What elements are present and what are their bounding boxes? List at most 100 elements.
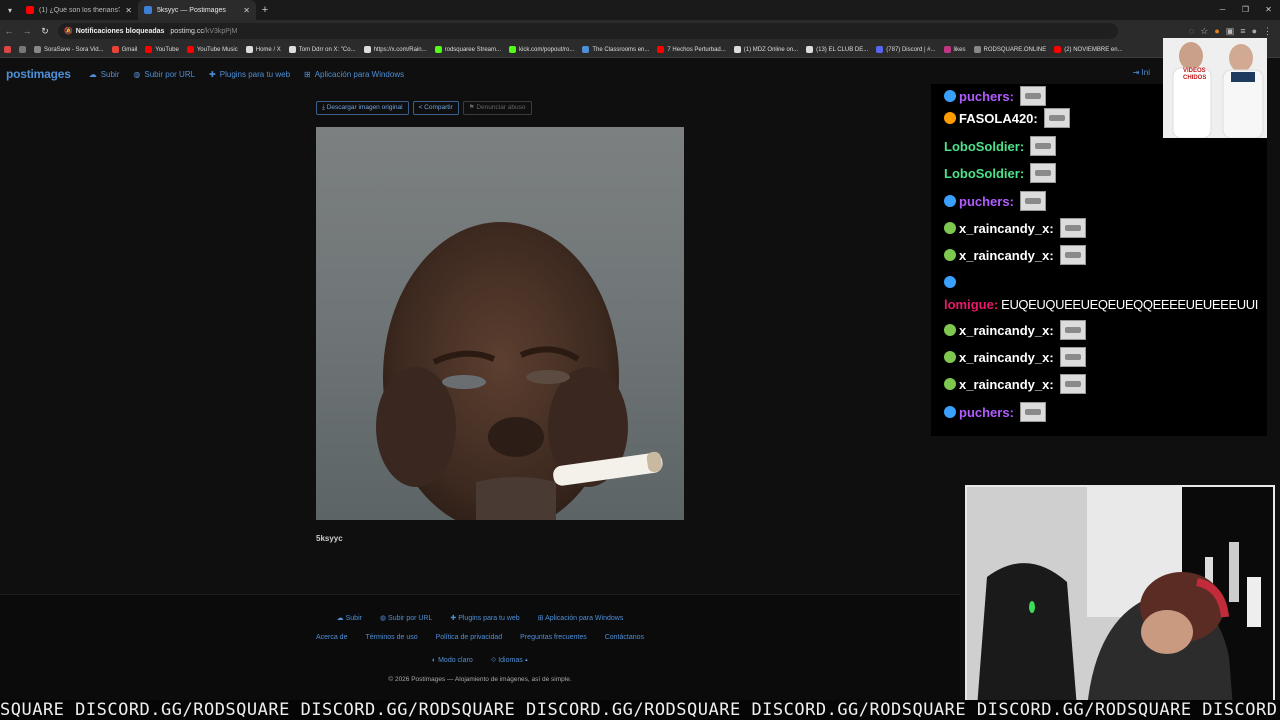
bookmark-item[interactable]: kick.com/popout/ro... xyxy=(509,46,574,53)
postimages-logo[interactable]: postimages xyxy=(6,67,71,81)
bookmark-item[interactable]: YouTube Music xyxy=(186,46,238,53)
bookmark-label: (13) EL CLUB DE... xyxy=(816,46,869,53)
bookmark-item[interactable]: RODSQUARE.ONLINE xyxy=(973,46,1046,53)
bookmark-item[interactable]: https://x.com/Rain... xyxy=(363,46,427,53)
footer-about-link[interactable]: Acerca de xyxy=(316,634,348,641)
bookmark-favicon-icon xyxy=(943,46,951,53)
bookmark-item[interactable]: (787) Discord | #... xyxy=(876,46,936,53)
chat-message: x_raincandy_x: xyxy=(944,373,1086,395)
webcam-overlay xyxy=(965,485,1275,710)
apps-icon[interactable] xyxy=(4,46,11,53)
media-icon[interactable]: ≡ xyxy=(1240,26,1245,37)
tab-close-icon[interactable]: ✕ xyxy=(125,6,132,15)
chat-username: LoboSoldier: xyxy=(944,165,1025,181)
notifications-blocked-label: Notificaciones bloqueadas xyxy=(75,27,165,35)
address-bar[interactable]: 🔕 Notificaciones bloqueadas postimg.cc/k… xyxy=(58,23,1118,39)
report-label: Denunciar abuso xyxy=(476,104,526,111)
footer-link-label: Aplicación para Windows xyxy=(545,615,624,622)
bookmark-item[interactable]: Tom Ddrr on X: "Co... xyxy=(288,46,356,53)
reload-icon[interactable]: ↻ xyxy=(36,26,54,37)
nav-windows-app[interactable]: ⊞ Aplicación para Windows xyxy=(304,70,404,79)
bookmark-item[interactable]: likes xyxy=(943,46,966,53)
bookmark-item[interactable]: Gmail xyxy=(111,46,137,53)
chat-emote-icon xyxy=(1059,347,1086,367)
nav-upload-url[interactable]: ◍ Subir por URL xyxy=(133,70,195,79)
extension-icon[interactable]: ● xyxy=(1214,26,1219,37)
bookmark-favicon-icon xyxy=(434,46,442,53)
login-link[interactable]: ⇥ Ini xyxy=(1133,68,1150,77)
windows-icon: ⊞ xyxy=(304,69,311,79)
new-tab-button[interactable]: + xyxy=(256,4,274,16)
nav-upload[interactable]: ☁ Subir xyxy=(89,70,120,79)
footer-upload-url-link[interactable]: ◍ Subir por URL xyxy=(380,614,432,622)
tab-close-icon[interactable]: ✕ xyxy=(243,6,250,15)
back-icon[interactable]: ← xyxy=(0,26,18,36)
bookmark-label: Tom Ddrr on X: "Co... xyxy=(298,46,356,53)
chat-message: LoboSoldier: xyxy=(944,162,1057,184)
bookmark-item[interactable]: (13) EL CLUB DE... xyxy=(806,46,868,53)
grid-icon[interactable] xyxy=(19,46,26,53)
chat-message xyxy=(944,271,956,293)
restore-icon[interactable]: ❐ xyxy=(1234,0,1257,20)
close-window-icon[interactable]: ✕ xyxy=(1257,0,1280,20)
profile-avatar[interactable]: ● xyxy=(1252,26,1257,37)
chat-username: x_raincandy_x: xyxy=(959,220,1054,236)
bookmark-item[interactable]: (2) NOVIEMBRE en... xyxy=(1054,46,1123,53)
tab-youtube[interactable]: (1) ¿Qué son los therians? - Yo ✕ xyxy=(20,0,138,20)
nav-plugins[interactable]: ✚ Plugins para tu web xyxy=(209,70,290,79)
bookmark-item[interactable]: (1) MDZ Online on... xyxy=(733,46,798,53)
chat-message: LoboSoldier: xyxy=(944,135,1057,157)
chat-username: x_raincandy_x: xyxy=(959,322,1054,338)
chat-username: lomigue: xyxy=(944,296,999,312)
badge-emoji-icon xyxy=(944,195,956,207)
uploaded-image[interactable] xyxy=(316,127,684,520)
footer-contact-link[interactable]: Contáctanos xyxy=(605,634,644,641)
tab-strip: ▾ (1) ¿Qué son los therians? - Yo ✕ 5ksy… xyxy=(0,0,1280,20)
url-path: /kV3kpPjM xyxy=(203,27,238,35)
bookmark-item[interactable]: SoraSave - Sora Vid... xyxy=(34,46,104,53)
footer-privacy-link[interactable]: Política de privacidad xyxy=(436,634,503,641)
footer-terms-link[interactable]: Términos de uso xyxy=(365,634,417,641)
report-abuse-button[interactable]: ⚑ Denunciar abuso xyxy=(462,101,532,115)
footer-upload-link[interactable]: ☁ Subir xyxy=(337,614,362,622)
bookmark-label: (787) Discord | #... xyxy=(886,46,936,53)
webcam-feed xyxy=(967,487,1273,708)
footer-windows-link[interactable]: ⊞ Aplicación para Windows xyxy=(538,614,624,622)
bookmark-item[interactable]: 7 Hechos Perturbad... xyxy=(657,46,726,53)
login-label: Ini xyxy=(1141,68,1150,77)
notifications-blocked-chip[interactable]: 🔕 Notificaciones bloqueadas xyxy=(64,27,165,36)
promo-thumbnail: VIDEOS CHIDOS xyxy=(1163,38,1267,138)
bookmark-favicon-icon xyxy=(145,46,153,53)
star-icon[interactable]: ☆ xyxy=(1200,26,1208,37)
eye-off-icon[interactable]: ◌ xyxy=(1189,26,1194,37)
chat-username: x_raincandy_x: xyxy=(959,247,1054,263)
chat-emote-icon xyxy=(1059,320,1086,340)
bookmark-item[interactable]: YouTube xyxy=(145,46,179,53)
browser-toolbar: ← → ↻ 🔕 Notificaciones bloqueadas postim… xyxy=(0,20,1280,42)
minimize-icon[interactable]: ─ xyxy=(1211,0,1234,20)
bookmark-favicon-icon xyxy=(111,46,119,53)
footer-plugins-link[interactable]: ✚ Plugins para tu web xyxy=(450,614,519,622)
share-button[interactable]: < Compartir xyxy=(412,101,459,115)
footer-faq-link[interactable]: Preguntas frecuentes xyxy=(520,634,587,641)
chat-text: EUQEUQUEEUEQEUEQQEEEEUEUEEEUUI xyxy=(1001,296,1258,312)
bookmark-item[interactable]: Home / X xyxy=(245,46,281,53)
bookmark-item[interactable]: The Classrooms en... xyxy=(582,46,649,53)
language-selector[interactable]: ⟐ Idiomas ▴ xyxy=(491,657,528,665)
bookmarks-bar: SoraSave - Sora Vid... Gmail YouTube YouTub… xyxy=(0,42,1280,58)
chat-emote-icon xyxy=(1019,402,1046,422)
chat-emote-icon xyxy=(1059,374,1086,394)
download-original-button[interactable]: ⤓ Descargar imagen original xyxy=(316,101,409,115)
tab-postimages[interactable]: 5ksyyc — Postimages ✕ xyxy=(138,0,256,20)
bookmark-label: likes xyxy=(953,46,966,53)
puzzle-icon[interactable]: ▣ xyxy=(1226,26,1235,37)
menu-icon[interactable]: ⋮ xyxy=(1263,26,1272,37)
bookmark-favicon-icon xyxy=(34,46,41,53)
light-mode-toggle[interactable]: ◐ Modo claro xyxy=(432,657,473,665)
forward-icon[interactable]: → xyxy=(18,26,36,36)
tab-search-icon[interactable]: ▾ xyxy=(0,6,20,15)
chat-message: x_raincandy_x: xyxy=(944,217,1086,239)
bookmark-item[interactable]: rodsquaree Stream... xyxy=(434,46,501,53)
chat-username: x_raincandy_x: xyxy=(959,349,1054,365)
youtube-favicon-icon xyxy=(26,6,34,14)
